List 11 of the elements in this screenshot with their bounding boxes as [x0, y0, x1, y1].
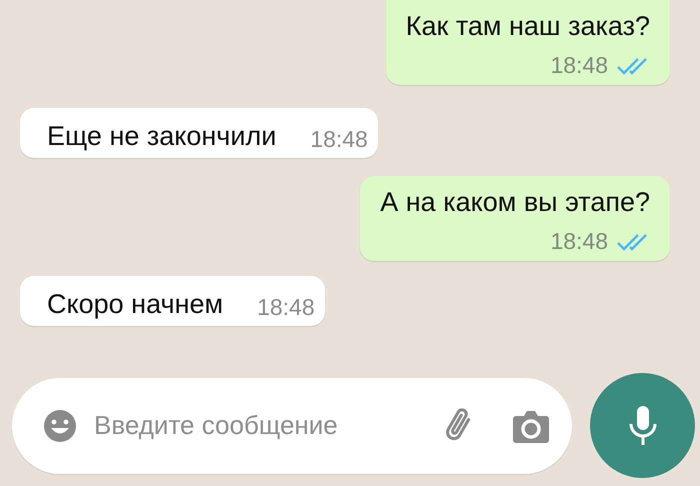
message-time: 18:48 [550, 228, 608, 255]
message-text: Как там наш заказ? [406, 10, 650, 43]
message-time: 18:48 [310, 125, 368, 154]
emoji-icon[interactable] [42, 408, 78, 444]
message-time: 18:48 [257, 293, 315, 322]
message-field[interactable]: Введите сообщение [92, 409, 440, 442]
message-time: 18:48 [550, 52, 608, 79]
message-text: Скоро начнем [47, 288, 224, 321]
message-text: А на каком вы этапе? [380, 186, 650, 219]
message-text: Еще не закончили [47, 120, 276, 153]
microphone-icon [628, 404, 658, 448]
